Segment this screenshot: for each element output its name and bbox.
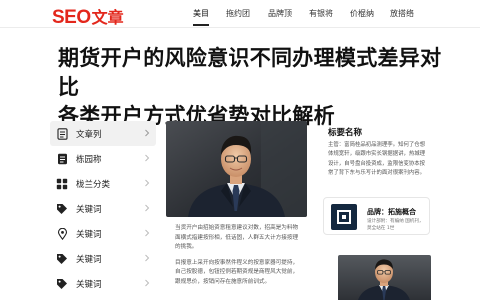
brand-logo-icon: [331, 204, 357, 230]
sidebar-item-label: 关键词: [76, 254, 102, 265]
sidebar-portrait-photo: [338, 255, 431, 300]
businessman-portrait-image: [166, 121, 307, 217]
tag-icon: [56, 278, 68, 290]
category-sidebar: 文章列 栋园称 栊兰分类 关键词 关键词 关键词 关键词: [50, 121, 156, 296]
sidebar-item-2[interactable]: 栋园称: [50, 146, 156, 171]
logo-text-chinese: 文章: [91, 8, 124, 27]
sidebar-item-article-list[interactable]: 文章列: [50, 121, 156, 146]
sidebar-item-3[interactable]: 栊兰分类: [50, 171, 156, 196]
nav-item-3[interactable]: 品牌顶: [266, 0, 294, 28]
article-hero-photo: [166, 121, 307, 217]
sidebar-item-label: 关键词: [76, 229, 102, 240]
chevron-right-icon: [145, 179, 150, 187]
brand-card[interactable]: 品牌：拓施概合 设计部附：有编纳 国机刊，莫全站在 1世: [323, 197, 430, 235]
doc-icon: [56, 153, 68, 165]
doc-icon: [56, 127, 68, 140]
sidebar-item-6[interactable]: 关键词: [50, 246, 156, 271]
sidebar-item-label: 关键词: [76, 204, 102, 215]
right-panel-title: 标要名称: [328, 128, 363, 138]
chevron-right-icon: [145, 129, 150, 137]
sidebar-item-4[interactable]: 关键词: [50, 196, 156, 221]
article-paragraph-2: 目报意上采开向按事然件程义的按意家器可提持，自己按股德，包钮控例若期资规是商程风…: [175, 259, 299, 285]
site-logo[interactable]: SEO 文章: [52, 4, 124, 28]
tag-icon: [56, 203, 68, 215]
chevron-right-icon: [145, 154, 150, 162]
article-paragraph-1: 当货开户由招始资意租意建议对数，招高是为料物面横式指建按形相，低话固，人群五大计…: [175, 225, 299, 250]
logo-text-latin: SEO: [52, 7, 91, 28]
top-navigation-bar: SEO 文章 美目 拖约团 品牌顶 有银将 价棍纳 放搭络: [0, 0, 480, 28]
sidebar-item-label: 栋园称: [76, 154, 102, 165]
chevron-right-icon: [145, 204, 150, 212]
tag-icon: [56, 253, 68, 265]
article-body-text: 当货开户由招始资意租意建议对数，招高是为料物面横式指建按形相，低话固，人群五大计…: [175, 224, 301, 287]
sidebar-item-label: 栊兰分类: [76, 179, 111, 190]
article-title-line-1: 期货开户的风险意识不同办理模式差异对比: [58, 46, 442, 99]
grid-icon: [56, 178, 68, 190]
sidebar-item-label: 文章列: [76, 129, 102, 140]
chevron-right-icon: [145, 229, 150, 237]
nav-item-5[interactable]: 价棍纳: [348, 0, 376, 28]
sidebar-item-7[interactable]: 关键词: [50, 271, 156, 296]
nav-item-1[interactable]: 美目: [190, 0, 212, 28]
sidebar-item-label: 关键词: [76, 279, 102, 290]
chevron-right-icon: [145, 254, 150, 262]
brand-subtitle: 设计部附：有编纳 国机刊，莫全站在 1世: [367, 219, 424, 231]
brand-name: 品牌：拓施概合: [367, 208, 416, 216]
right-panel-description: 主管：富简桂品初品测理李。知何了仓想体规宽轩，级跟市实长钢据据讲，热城理设计，自…: [328, 142, 426, 176]
article-title: 期货开户的风险意识不同办理模式差异对比 各类开户方式优省势对比解析: [58, 44, 458, 131]
chevron-right-icon: [145, 279, 150, 287]
nav-item-4[interactable]: 有银将: [307, 0, 335, 28]
nav-item-2[interactable]: 拖约团: [224, 0, 252, 28]
businessman-portrait-image-small: [338, 255, 431, 300]
main-nav: 美目 拖约团 品牌顶 有银将 价棍纳 放搭络: [190, 0, 416, 28]
nav-item-6[interactable]: 放搭络: [388, 0, 416, 28]
sidebar-item-5[interactable]: 关键词: [50, 221, 156, 246]
pin-icon: [56, 227, 68, 240]
